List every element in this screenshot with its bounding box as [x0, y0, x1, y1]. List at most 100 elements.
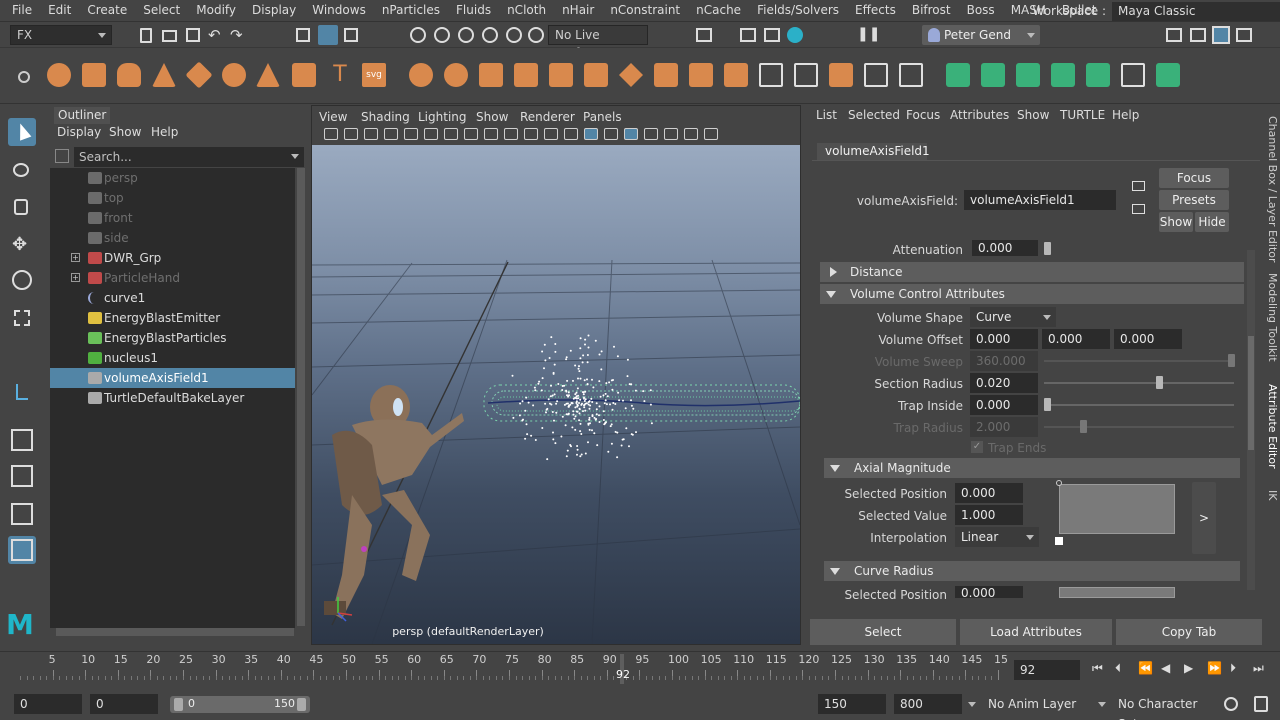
interpolation-dropdown[interactable]: Linear — [955, 527, 1039, 547]
separate-icon[interactable] — [444, 63, 468, 87]
outliner-item[interactable]: + ParticleHand — [50, 268, 295, 288]
volume-offset-x-field[interactable]: 0.000 — [970, 329, 1038, 349]
svg-icon[interactable]: svg — [362, 63, 386, 87]
outliner-item[interactable]: EnergyBlastParticles — [50, 328, 295, 348]
render-settings-icon[interactable] — [764, 28, 780, 42]
shelf-settings-gear-icon[interactable] — [18, 71, 30, 83]
viewport-menu-view[interactable]: View — [319, 110, 347, 124]
connect-icon[interactable] — [829, 63, 853, 87]
boolean-icon[interactable] — [549, 63, 573, 87]
side-tab-modeling-toolkit[interactable]: Modeling Toolkit — [1266, 273, 1279, 363]
anim-start-field[interactable]: 0 — [90, 694, 158, 714]
menu-nhair[interactable]: nHair — [554, 0, 602, 21]
anim-end-field[interactable]: 150 — [818, 694, 886, 714]
menuset-dropdown[interactable]: FX — [10, 25, 112, 45]
outliner-filter-icon[interactable] — [55, 149, 69, 163]
curve-radius-ramp[interactable] — [1059, 587, 1175, 598]
four-view-layout-icon[interactable] — [8, 462, 36, 490]
2d-pan-icon[interactable] — [404, 128, 418, 140]
paint-select-tool-icon[interactable] — [8, 194, 36, 222]
ae-select-button[interactable]: Select — [810, 619, 956, 645]
ae-node-name-field[interactable]: volumeAxisField1 — [964, 190, 1116, 210]
cr-selected-position-field[interactable]: 0.000 — [955, 586, 1023, 598]
viewport-scene[interactable] — [312, 145, 800, 644]
ae-vscroll-thumb[interactable] — [1248, 336, 1254, 450]
shadows-icon[interactable] — [664, 128, 678, 140]
menu-windows[interactable]: Windows — [304, 0, 374, 21]
curve-radius-section[interactable]: Curve Radius — [824, 561, 1240, 581]
outliner-item[interactable]: curve1 — [50, 288, 295, 308]
grid-icon[interactable] — [444, 128, 458, 140]
multi-cut-icon[interactable] — [759, 63, 783, 87]
menu-bifrost[interactable]: Bifrost — [904, 0, 959, 21]
volume-offset-z-field[interactable]: 0.000 — [1114, 329, 1182, 349]
current-frame-field[interactable]: 92 — [1014, 660, 1080, 680]
scale-tool-icon[interactable] — [8, 304, 36, 332]
wireframe-on-shaded-icon[interactable] — [604, 128, 618, 140]
outliner-item[interactable]: persp — [50, 168, 295, 188]
xray-icon[interactable] — [704, 128, 718, 140]
step-back-key-icon[interactable]: ⏴ — [1115, 661, 1131, 675]
trap-inside-field[interactable]: 0.000 — [970, 395, 1038, 415]
uv-cut-icon[interactable] — [1156, 63, 1180, 87]
side-tab-attribute-editor[interactable]: Attribute Editor — [1266, 384, 1279, 480]
menu-ncache[interactable]: nCache — [688, 0, 749, 21]
menu-display[interactable]: Display — [244, 0, 304, 21]
side-tab-human-ik[interactable]: Human IK — [1266, 490, 1280, 540]
expand-plus-icon[interactable]: + — [71, 273, 80, 282]
ae-menu-list[interactable]: List — [816, 108, 837, 122]
snap-grid-icon[interactable] — [410, 27, 426, 43]
outliner-menu-show[interactable]: Show — [109, 125, 141, 139]
ipr-render-icon[interactable] — [740, 28, 756, 42]
volume-control-section[interactable]: Volume Control Attributes — [820, 284, 1244, 304]
section-radius-slider[interactable] — [1156, 376, 1163, 389]
menu-nconstraint[interactable]: nConstraint — [602, 0, 688, 21]
snap-curve-icon[interactable] — [434, 27, 450, 43]
target-weld-icon[interactable] — [794, 63, 818, 87]
range-slider-start-handle[interactable] — [174, 698, 183, 711]
viewport-menu-show[interactable]: Show — [476, 110, 508, 124]
camera-attr-icon[interactable] — [344, 128, 358, 140]
poly-pipe-icon[interactable] — [292, 63, 316, 87]
menu-ncloth[interactable]: nCloth — [499, 0, 554, 21]
snap-together-tool-icon[interactable] — [8, 378, 36, 406]
append-polygon-icon[interactable] — [689, 63, 713, 87]
ae-presets-button[interactable]: Presets — [1159, 190, 1229, 210]
menu-nparticles[interactable]: nParticles — [374, 0, 448, 21]
step-forward-frame-icon[interactable]: ⏩ — [1207, 661, 1223, 675]
outliner-tab[interactable]: Outliner — [54, 107, 111, 124]
scene-end-field[interactable]: 800 — [894, 694, 962, 714]
anim-layer-dropdown[interactable]: No Anim Layer — [966, 694, 1106, 714]
history-icon[interactable] — [528, 27, 544, 43]
outliner-item[interactable]: TurtleDefaultBakeLayer — [50, 388, 295, 408]
sculpt-icon[interactable] — [899, 63, 923, 87]
select-component-icon[interactable] — [344, 28, 358, 42]
menu-select[interactable]: Select — [135, 0, 188, 21]
rotate-tool-icon[interactable] — [8, 266, 36, 294]
select-camera-icon[interactable] — [324, 128, 338, 140]
snap-surface-icon[interactable] — [506, 27, 522, 43]
ae-menu-turtle[interactable]: TURTLE — [1060, 108, 1105, 122]
live-surface-field[interactable]: No Live Surface — [548, 25, 648, 60]
go-to-start-icon[interactable]: ⏮ — [1092, 661, 1108, 675]
new-scene-icon[interactable] — [140, 28, 152, 43]
uv-editor-icon[interactable] — [1086, 63, 1110, 87]
outliner-search-input[interactable]: Search... — [74, 147, 304, 167]
poly-sphere-icon[interactable] — [47, 63, 71, 87]
trap-inside-slider[interactable] — [1044, 398, 1051, 411]
select-object-icon[interactable] — [318, 25, 338, 45]
ae-output-connection-icon[interactable] — [1132, 204, 1145, 214]
step-back-frame-icon[interactable]: ⏪ — [1138, 661, 1154, 675]
use-all-lights-icon[interactable] — [644, 128, 658, 140]
attenuation-slider[interactable] — [1044, 242, 1051, 255]
play-forwards-icon[interactable]: ▶ — [1184, 661, 1200, 675]
volume-shape-dropdown[interactable]: Curve — [970, 307, 1056, 327]
outliner-layout-icon[interactable] — [8, 536, 36, 564]
outliner-item[interactable]: EnergyBlastEmitter — [50, 308, 295, 328]
viewport-menu-panels[interactable]: Panels — [583, 110, 622, 124]
undo-icon[interactable]: ↶ — [208, 26, 221, 44]
ae-hide-button[interactable]: Hide — [1195, 212, 1229, 232]
select-tool-icon[interactable] — [8, 118, 36, 146]
ae-load-attributes-button[interactable]: Load Attributes — [960, 619, 1112, 645]
wireframe-icon[interactable] — [564, 128, 578, 140]
